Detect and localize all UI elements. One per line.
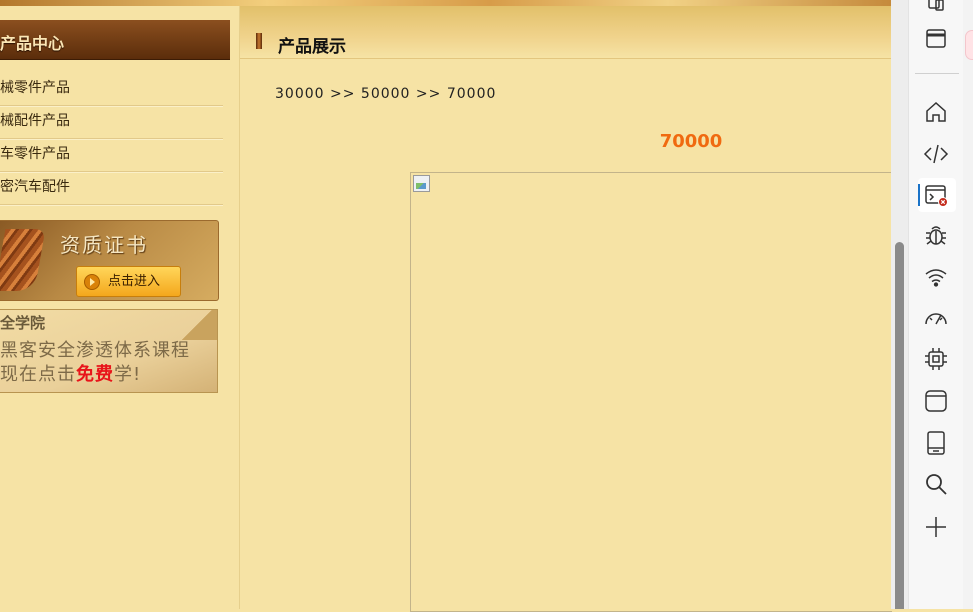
active-indicator (918, 184, 920, 206)
certificate-banner[interactable]: 资质证书 点击进入 (0, 220, 219, 301)
home-icon[interactable] (923, 99, 949, 125)
application-window-icon[interactable] (923, 388, 949, 414)
vertical-scrollbar[interactable] (891, 0, 908, 609)
performance-gauge-icon[interactable] (923, 305, 949, 331)
category-list: 械零件产品 械配件产品 车零件产品 密汽车配件 (0, 73, 223, 205)
cpu-chip-icon[interactable] (923, 346, 949, 372)
enter-button[interactable]: 点击进入 (76, 266, 181, 297)
network-wifi-icon[interactable] (923, 264, 949, 290)
header-marker-icon (256, 33, 262, 49)
wood-decoration-image (0, 229, 46, 291)
main-content: 产品展示 30000 >> 50000 >> 70000 70000 (240, 6, 892, 612)
section-title: 产品展示 (278, 37, 346, 57)
course-ad-banner[interactable]: 全学院 黑客安全渗透体系课程 现在点击免费学! (0, 309, 218, 393)
certificate-banner-title: 资质证书 (60, 233, 148, 257)
broken-image-icon (413, 175, 430, 192)
breadcrumb-current[interactable]: 70000 (447, 86, 497, 102)
play-icon (84, 274, 100, 290)
ad-line-1: 全学院 (0, 314, 46, 332)
ad-line-3-suffix: 学! (114, 364, 142, 385)
edge-notification-pill[interactable] (965, 30, 973, 60)
breadcrumb: 30000 >> 50000 >> 70000 (275, 86, 496, 102)
left-sidebar: 产品中心 械零件产品 械配件产品 车零件产品 密汽车配件 资质证书 点击进入 全… (0, 6, 240, 609)
bug-icon[interactable] (923, 222, 949, 248)
browser-edge-strip (963, 0, 973, 609)
devtools-separator (915, 73, 959, 74)
add-tool-icon[interactable] (923, 514, 949, 540)
category-header: 产品中心 (0, 20, 230, 60)
category-item[interactable]: 械配件产品 (0, 106, 223, 139)
ad-free-text: 免费 (76, 364, 114, 385)
product-image (410, 172, 892, 612)
ad-line-3: 现在点击免费学! (0, 360, 141, 386)
console-icon[interactable] (923, 182, 949, 208)
breadcrumb-separator: >> (330, 86, 356, 102)
code-icon[interactable] (923, 141, 949, 167)
section-header: 产品展示 (240, 6, 891, 59)
product-title: 70000 (659, 131, 723, 152)
device-emulation-icon[interactable] (923, 0, 949, 18)
scrollbar-thumb[interactable] (895, 242, 904, 609)
breadcrumb-link[interactable]: 50000 (361, 86, 411, 102)
ad-line-3-prefix: 现在点击 (0, 364, 76, 385)
enter-button-label: 点击进入 (108, 274, 161, 289)
dock-window-icon[interactable] (923, 26, 949, 52)
category-item[interactable]: 械零件产品 (0, 73, 223, 106)
breadcrumb-link[interactable]: 30000 (275, 86, 325, 102)
search-icon[interactable] (923, 471, 949, 497)
devtools-sidebar (908, 0, 964, 609)
breadcrumb-separator: >> (415, 86, 442, 102)
ad-line-2: 黑客安全渗透体系课程 (0, 340, 190, 361)
category-header-title: 产品中心 (0, 34, 65, 53)
tablet-device-icon[interactable] (923, 430, 949, 456)
category-item[interactable]: 车零件产品 (0, 139, 223, 172)
category-item[interactable]: 密汽车配件 (0, 172, 223, 205)
